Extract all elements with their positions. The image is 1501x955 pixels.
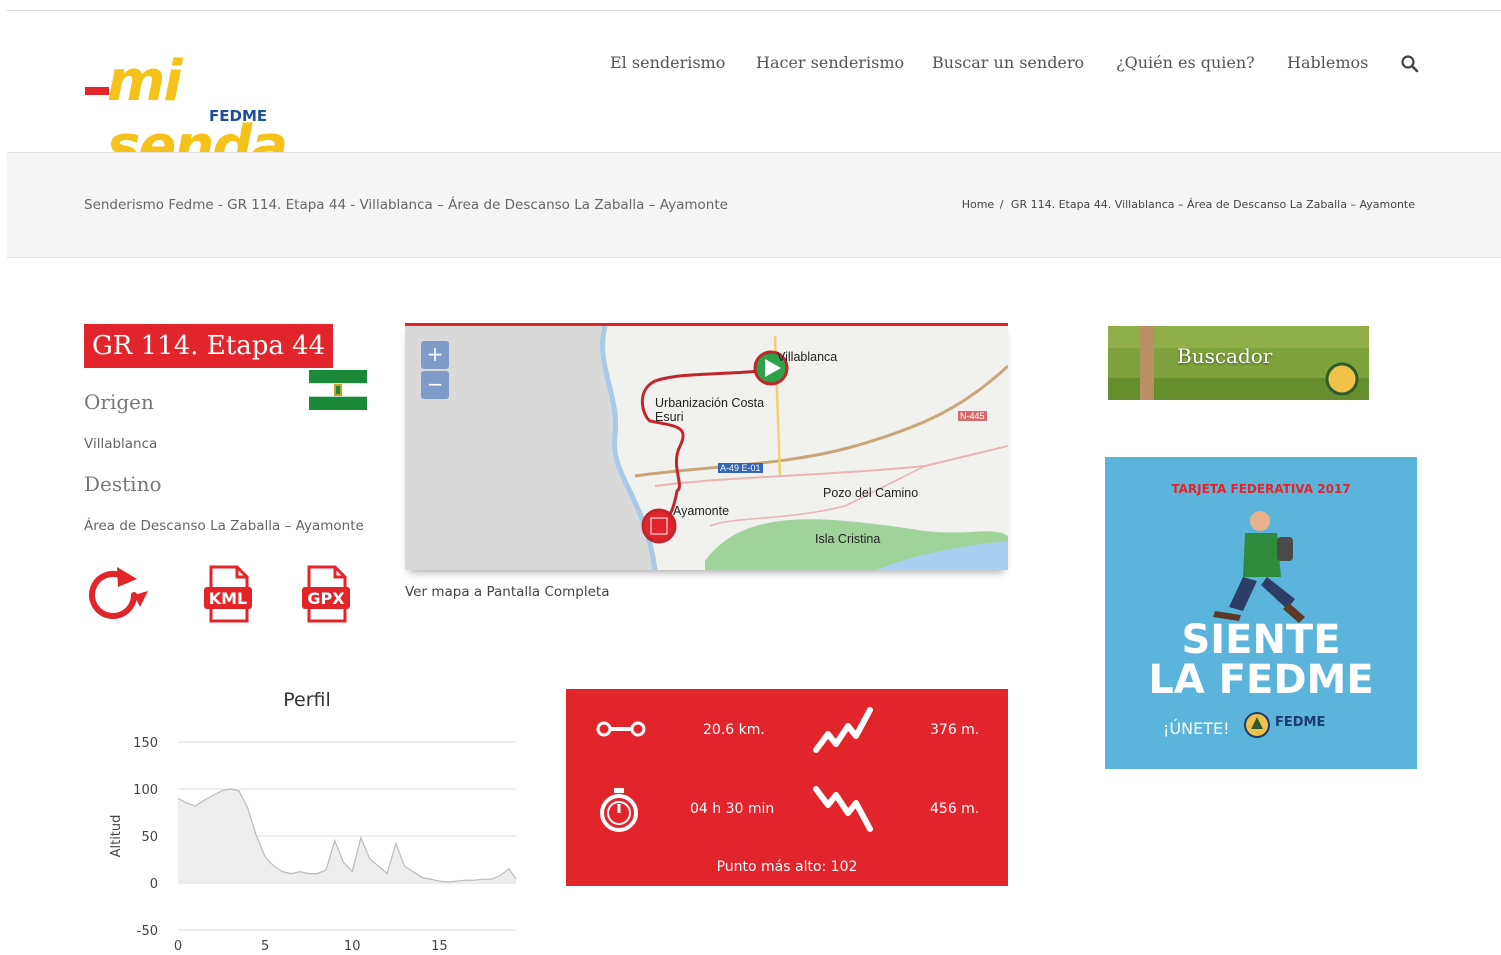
fullscreen-map-link[interactable]: Ver mapa a Pantalla Completa	[405, 584, 609, 600]
site-logo[interactable]: mi senda FEDME	[85, 49, 335, 179]
destination-value: Área de Descanso La Zaballa – Ayamonte	[84, 518, 364, 534]
zoom-in-button[interactable]: +	[421, 341, 449, 369]
distance-value: 20.6 km.	[703, 722, 765, 738]
kml-label: KML	[209, 589, 248, 608]
highest-point: Punto más alto: 102	[716, 859, 858, 875]
x-tick-label: 5	[261, 939, 269, 954]
andalusia-flag-icon	[309, 370, 367, 410]
buscador-banner[interactable]: Buscador	[1108, 326, 1369, 400]
jumping-hiker-illustration	[1213, 511, 1305, 623]
nav-quien-es-quien[interactable]: ¿Quién es quien?	[1116, 53, 1255, 72]
zoom-out-button[interactable]: −	[421, 371, 449, 399]
map-label-pozo: Pozo del Camino	[823, 486, 919, 500]
chart-title: Perfil	[283, 689, 331, 711]
descent-icon	[813, 786, 873, 832]
descent-value: 456 m.	[930, 801, 980, 817]
promo-brand: FEDME	[1275, 715, 1326, 730]
buscador-label: Buscador	[1177, 344, 1273, 368]
y-tick-label: 150	[133, 736, 158, 751]
breadcrumb: Home / GR 114. Etapa 44. Villablanca – Á…	[962, 198, 1417, 211]
nav-hacer-senderismo[interactable]: Hacer senderismo	[756, 53, 904, 72]
time-value: 04 h 30 min	[690, 801, 775, 817]
page-title: Senderismo Fedme - GR 114. Etapa 44 - Vi…	[84, 197, 728, 213]
breadcrumb-current: GR 114. Etapa 44. Villablanca – Área de …	[1010, 198, 1415, 211]
destination-label: Destino	[84, 472, 162, 496]
nav-hablemos[interactable]: Hablemos	[1287, 53, 1368, 72]
promo-subtitle: TARJETA FEDERATIVA 2017	[1171, 482, 1351, 496]
kml-file-icon[interactable]: KML	[203, 565, 253, 623]
ascent-value: 376 m.	[930, 722, 980, 738]
breadcrumb-separator: /	[999, 198, 1004, 211]
breadcrumb-home[interactable]: Home	[962, 198, 994, 211]
map-label-esuri: Esuri	[655, 410, 684, 424]
search-icon[interactable]	[1400, 54, 1420, 74]
map-label-urbanizacion: Urbanización Costa	[655, 396, 765, 410]
x-tick-label: 10	[344, 939, 361, 954]
origin-value: Villablanca	[84, 436, 158, 452]
ascent-icon	[813, 707, 873, 753]
y-axis-label: Altitud	[109, 815, 124, 858]
promo-join: ¡ÚNETE!	[1163, 719, 1230, 738]
distance-icon	[596, 721, 646, 737]
x-tick-label: 15	[431, 939, 448, 954]
logo-red-bar	[85, 87, 109, 95]
y-tick-label: -50	[137, 924, 158, 939]
map-label-isla: Isla Cristina	[815, 532, 881, 546]
map-road-n445: N-445	[958, 411, 987, 421]
y-tick-label: 100	[133, 783, 158, 798]
stopwatch-icon	[600, 788, 638, 832]
y-tick-label: 0	[150, 877, 158, 892]
site-header: mi senda FEDME El senderismo Hacer sende…	[7, 11, 1501, 179]
breadcrumb-bar: Senderismo Fedme - GR 114. Etapa 44 - Vi…	[7, 152, 1501, 258]
promo-line-2: LA FEDME	[1148, 657, 1374, 703]
circular-route-icon[interactable]	[82, 565, 152, 625]
origin-label: Origen	[84, 390, 154, 414]
route-map[interactable]: + − Villablanca Urbanización Costa Esuri…	[405, 323, 1008, 570]
stage-title: GR 114. Etapa 44	[84, 324, 334, 368]
nav-buscar-sendero[interactable]: Buscar un sendero	[932, 53, 1084, 72]
map-label-villablanca: Villablanca	[777, 350, 838, 364]
map-label-ayamonte: Ayamonte	[673, 504, 730, 518]
fedme-promo-banner[interactable]: TARJETA FEDERATIVA 2017 SIENTE LA FEDME …	[1105, 457, 1417, 769]
x-tick-label: 0	[174, 939, 182, 954]
nav-el-senderismo[interactable]: El senderismo	[610, 53, 725, 72]
logo-fedme: FEDME	[209, 107, 268, 125]
y-tick-label: 50	[141, 830, 158, 845]
elevation-profile-chart: Perfil 150 100 50 0 -50 0 5 10 15 Altitud	[109, 689, 517, 954]
stats-panel: 20.6 km. 376 m. 04 h 30 min 456 m. Punto…	[566, 689, 1008, 886]
map-road-a49: A-49 E-01	[718, 463, 763, 473]
fedme-emblem-icon	[1244, 712, 1270, 738]
map-canvas[interactable]	[405, 326, 1008, 570]
gpx-label: GPX	[307, 589, 345, 608]
gpx-file-icon[interactable]: GPX	[301, 565, 351, 623]
